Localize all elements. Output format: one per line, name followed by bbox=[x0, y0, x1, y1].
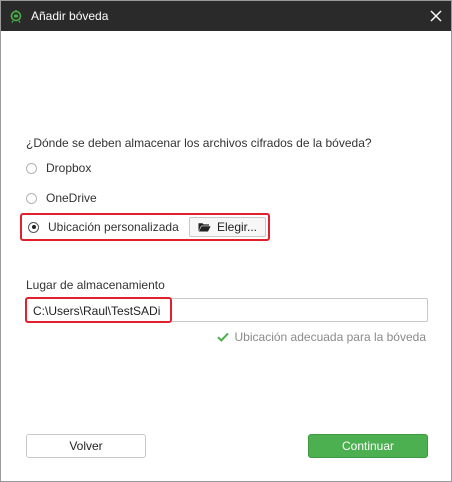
close-icon bbox=[430, 10, 442, 22]
location-status: Ubicación adecuada para la bóveda bbox=[216, 330, 426, 344]
folder-open-icon bbox=[198, 223, 211, 232]
continue-button[interactable]: Continuar bbox=[308, 434, 428, 458]
back-button[interactable]: Volver bbox=[26, 434, 146, 458]
cryptomator-robot-icon bbox=[10, 10, 22, 23]
radio-label-custom: Ubicación personalizada bbox=[48, 220, 179, 234]
storage-location-label: Lugar de almacenamiento bbox=[26, 278, 165, 292]
add-vault-dialog: Añadir bóveda ¿Dónde se deben almacenar … bbox=[0, 0, 452, 482]
radio-button-custom[interactable] bbox=[28, 221, 39, 233]
choose-folder-button[interactable]: Elegir... bbox=[189, 217, 266, 237]
location-question: ¿Dónde se deben almacenar los archivos c… bbox=[26, 136, 372, 150]
radio-button-onedrive[interactable] bbox=[26, 192, 37, 204]
radio-option-custom[interactable]: Ubicación personalizada bbox=[28, 220, 179, 234]
radio-label-dropbox: Dropbox bbox=[46, 161, 92, 175]
storage-path-value: C:\Users\Raul\TestSADi bbox=[33, 304, 161, 318]
radio-button-dropbox[interactable] bbox=[26, 162, 37, 174]
custom-location-highlight: Ubicación personalizada Elegir... bbox=[20, 213, 270, 241]
close-button[interactable] bbox=[421, 1, 451, 31]
title-bar: Añadir bóveda bbox=[1, 1, 451, 31]
location-status-text: Ubicación adecuada para la bóveda bbox=[234, 330, 426, 344]
radio-option-dropbox[interactable]: Dropbox bbox=[26, 160, 91, 176]
radio-label-onedrive: OneDrive bbox=[46, 191, 97, 205]
choose-folder-label: Elegir... bbox=[216, 220, 258, 234]
window-title: Añadir bóveda bbox=[31, 9, 109, 23]
radio-option-onedrive[interactable]: OneDrive bbox=[26, 190, 97, 206]
check-icon bbox=[216, 332, 229, 342]
